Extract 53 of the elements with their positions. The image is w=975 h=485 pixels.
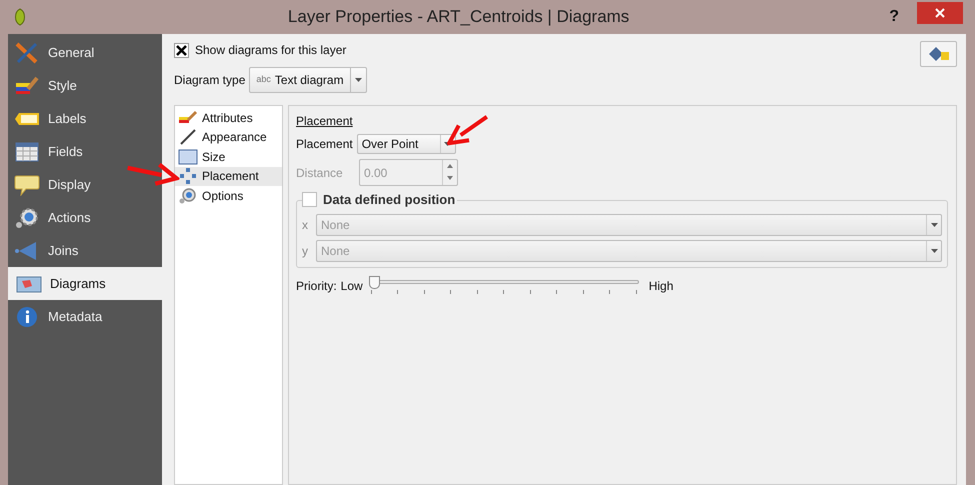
slider-thumb[interactable] [368, 276, 380, 289]
caret-icon [354, 78, 362, 82]
section-heading: Placement [296, 113, 353, 130]
table-icon [14, 140, 40, 162]
window-title: Layer Properties - ART_Centroids | Diagrams [286, 6, 630, 28]
sidebar-item[interactable]: Metadata [8, 300, 162, 333]
close-icon [935, 8, 945, 18]
sidebar-item[interactable]: Joins [8, 234, 162, 267]
section-item[interactable]: Options [175, 186, 282, 206]
sidebar-item[interactable]: Actions [8, 201, 162, 234]
gear-icon [14, 206, 40, 228]
image-icon [178, 148, 198, 165]
sidebar-item[interactable]: Display [8, 168, 162, 201]
sidebar-item[interactable]: Style [8, 69, 162, 102]
speech-bubble-icon [14, 174, 40, 196]
caret-icon [930, 249, 938, 253]
paintbrush-icon [178, 110, 198, 126]
diamond-grid-icon [928, 46, 950, 62]
distance-label: Distance [296, 164, 344, 182]
help-button[interactable]: ? [889, 5, 899, 29]
checkmark-icon [176, 44, 187, 56]
app-logo-icon [12, 8, 28, 26]
section-item[interactable]: Attributes [175, 108, 282, 128]
tools-icon [14, 42, 40, 64]
placement-dropdown[interactable]: Over Point [356, 134, 456, 154]
show-diagrams-checkbox[interactable] [174, 42, 189, 58]
priority-label: Priority: [296, 278, 337, 295]
sidebar-item[interactable]: Labels [8, 102, 162, 135]
field-label: x [302, 217, 309, 234]
diagram-type-dropdown[interactable]: abc Text diagram [249, 67, 367, 93]
gear-icon [178, 188, 198, 204]
high-label: High [648, 278, 674, 295]
brush-icon [178, 129, 198, 146]
diagram-type-label: Diagram type [174, 72, 246, 89]
caret-icon [930, 223, 938, 227]
section-item[interactable]: Appearance [175, 128, 282, 147]
low-label: Low [340, 278, 363, 295]
info-icon [14, 306, 40, 328]
style-button[interactable] [920, 41, 957, 67]
checkbox-label: Show diagrams for this layer [195, 42, 346, 59]
section-item[interactable]: Size [175, 147, 282, 166]
sidebar-item[interactable]: General [8, 36, 162, 69]
data-defined-checkbox[interactable] [302, 192, 317, 208]
field-label: y [302, 243, 309, 260]
abc-text: abc [256, 73, 271, 86]
group-title: Data defined position [323, 191, 456, 209]
diamond-dots-icon [178, 168, 198, 184]
paintbrush-icon [14, 74, 40, 96]
placement-label: Placement [296, 136, 353, 152]
close-button[interactable] [917, 2, 963, 24]
sidebar-item[interactable]: Fields [8, 135, 162, 168]
sidebar-item[interactable]: Diagrams [8, 267, 162, 300]
section-item[interactable]: Placement [175, 166, 282, 186]
